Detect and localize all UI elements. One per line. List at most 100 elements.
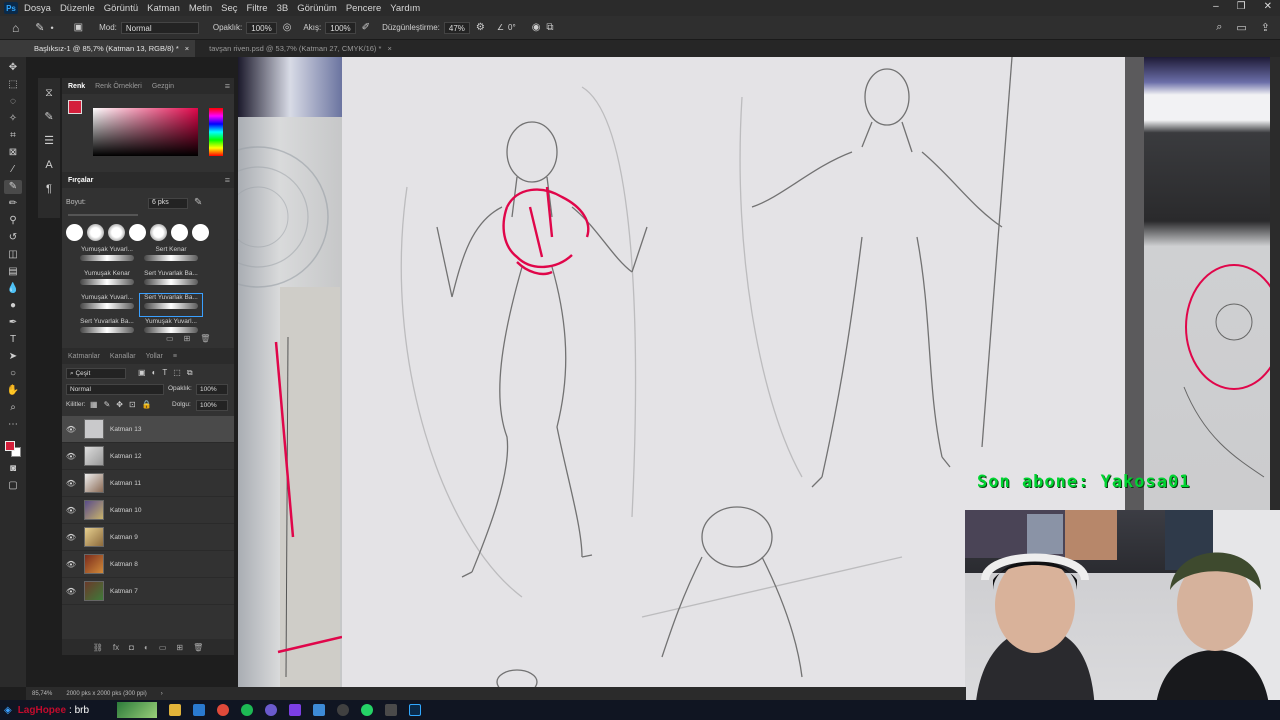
new-brush-icon[interactable]: ⊞	[184, 334, 191, 343]
layer-row[interactable]: 👁 Katman 7	[62, 578, 234, 605]
lock-artboard-icon[interactable]: ⊡	[129, 400, 136, 409]
home-icon[interactable]: ⌂	[12, 21, 19, 35]
smoothing-settings-icon[interactable]: ⚙	[476, 22, 485, 33]
layer-row[interactable]: 👁 Katman 10	[62, 497, 234, 524]
visibility-eye-icon[interactable]: 👁	[62, 506, 80, 515]
lock-all-icon[interactable]: 🔒	[142, 400, 152, 409]
photoshop-taskbar-icon[interactable]	[409, 704, 422, 716]
menu-duzenle[interactable]: Düzenle	[60, 3, 95, 14]
menu-metin[interactable]: Metin	[189, 3, 212, 14]
brush-preset-icon[interactable]: •	[50, 23, 53, 33]
character-panel-icon[interactable]: A	[40, 158, 58, 172]
file-explorer-icon[interactable]	[169, 704, 182, 716]
brush-tip[interactable]	[171, 224, 188, 241]
foreground-color-swatch[interactable]	[68, 100, 82, 114]
tab-close-icon[interactable]: ×	[387, 44, 391, 53]
brush-size-slider[interactable]	[68, 214, 138, 216]
path-select-tool-icon[interactable]: ➤	[4, 350, 22, 364]
tab-swatches[interactable]: Renk Örnekleri	[95, 83, 142, 90]
brush-preset[interactable]: Yumuşak Kenar	[76, 270, 138, 292]
eraser-tool-icon[interactable]: ◫	[4, 248, 22, 262]
menu-dosya[interactable]: Dosya	[24, 3, 51, 14]
adjustment-filter-icon[interactable]: ◐	[152, 368, 157, 378]
visibility-eye-icon[interactable]: 👁	[62, 452, 80, 461]
panel-menu-icon[interactable]: ≡	[225, 81, 230, 91]
hue-slider[interactable]	[209, 108, 223, 156]
airbrush-icon[interactable]: ✐	[362, 22, 370, 33]
lock-position-icon[interactable]: ✥	[116, 400, 123, 409]
maximize-icon[interactable]: ❐	[1237, 1, 1246, 12]
paragraph-panel-icon[interactable]: ¶	[40, 182, 58, 196]
lasso-tool-icon[interactable]: ◌	[4, 95, 22, 109]
tab-navigator[interactable]: Gezgin	[152, 83, 174, 90]
group-icon[interactable]: ▭	[159, 643, 167, 652]
move-tool-icon[interactable]: ✥	[4, 61, 22, 75]
pressure-size-icon[interactable]: ◉	[532, 22, 541, 33]
brush-edit-icon[interactable]: ✎	[194, 197, 202, 208]
menu-filtre[interactable]: Filtre	[246, 3, 267, 14]
frame-tool-icon[interactable]: ⊠	[4, 146, 22, 160]
brush-preset[interactable]: Sert Yuvarlak Ba...	[76, 318, 138, 340]
history-panel-icon[interactable]: ⧖	[40, 86, 58, 100]
visibility-eye-icon[interactable]: 👁	[62, 587, 80, 596]
search-icon[interactable]: ⌕	[1216, 21, 1222, 34]
flow-field[interactable]: 100%	[325, 21, 356, 34]
blur-tool-icon[interactable]: 💧	[4, 282, 22, 296]
tab-layers[interactable]: Katmanlar	[68, 353, 100, 360]
menu-pencere[interactable]: Pencere	[346, 3, 381, 14]
brush-tip[interactable]	[87, 224, 104, 241]
brush-tip[interactable]	[129, 224, 146, 241]
crop-tool-icon[interactable]: ⌗	[4, 129, 22, 143]
brush-preset[interactable]: Yumuşak Yuvarl...	[76, 294, 138, 316]
pencil-tool-icon[interactable]: ✏	[4, 197, 22, 211]
adjustment-layer-icon[interactable]: ◐	[144, 643, 149, 652]
workspace-icon[interactable]: ▭	[1236, 21, 1246, 34]
panel-menu-icon[interactable]: ≡	[173, 353, 177, 360]
menu-katman[interactable]: Katman	[147, 3, 180, 14]
lock-pixels-icon[interactable]: ▦	[90, 400, 98, 409]
twitch-icon[interactable]	[289, 704, 302, 716]
layer-row[interactable]: 👁 Katman 8	[62, 551, 234, 578]
type-filter-icon[interactable]: T	[162, 368, 167, 378]
panel-menu-icon[interactable]: ≡	[225, 175, 230, 185]
link-layers-icon[interactable]: ⛓	[93, 643, 103, 652]
image-filter-icon[interactable]: ▣	[138, 368, 146, 378]
brush-preset-selected[interactable]: Sert Yuvarlak Ba...	[139, 293, 203, 317]
tab-paths[interactable]: Yollar	[146, 353, 163, 360]
adjustments-panel-icon[interactable]: ☰	[40, 134, 58, 148]
more-tools-icon[interactable]: ⋯	[4, 418, 22, 432]
blend-mode-select[interactable]: Normal	[66, 384, 164, 395]
marquee-tool-icon[interactable]: ⬚	[4, 78, 22, 92]
layer-row[interactable]: 👁 Katman 9	[62, 524, 234, 551]
angle-field[interactable]: 0°	[508, 23, 516, 32]
app-icon[interactable]	[193, 704, 206, 716]
minimize-icon[interactable]: –	[1213, 1, 1219, 12]
status-arrow-icon[interactable]: ›	[161, 691, 163, 697]
fill-field[interactable]: 100%	[196, 400, 228, 411]
layer-row[interactable]: 👁 Katman 12	[62, 443, 234, 470]
quick-select-tool-icon[interactable]: ✧	[4, 112, 22, 126]
history-brush-tool-icon[interactable]: ↺	[4, 231, 22, 245]
visibility-eye-icon[interactable]: 👁	[62, 479, 80, 488]
menu-3b[interactable]: 3B	[277, 3, 289, 14]
chrome-icon[interactable]	[217, 704, 230, 716]
layer-row[interactable]: 👁 Katman 11	[62, 470, 234, 497]
layer-opacity-field[interactable]: 100%	[196, 384, 228, 395]
shape-tool-icon[interactable]: ○	[4, 367, 22, 381]
pen-tool-icon[interactable]: ✒	[4, 316, 22, 330]
brush-preset[interactable]: Sert Yuvarlak Ba...	[140, 270, 202, 292]
hand-tool-icon[interactable]: ✋	[4, 384, 22, 398]
tab-channels[interactable]: Kanallar	[110, 353, 136, 360]
layer-style-icon[interactable]: fx	[113, 643, 119, 652]
layer-row[interactable]: 👁 Katman 13	[62, 416, 234, 443]
foreground-color-swatch[interactable]	[5, 441, 15, 451]
menu-sec[interactable]: Seç	[221, 3, 237, 14]
type-tool-icon[interactable]: T	[4, 333, 22, 347]
color-picker-field[interactable]	[93, 108, 198, 156]
dodge-tool-icon[interactable]: ●	[4, 299, 22, 313]
smoothing-field[interactable]: 47%	[443, 21, 470, 34]
brush-tip[interactable]	[66, 224, 83, 241]
spotify-icon[interactable]	[241, 704, 254, 716]
clone-stamp-tool-icon[interactable]: ⚲	[4, 214, 22, 228]
brush-preset[interactable]: Yumuşak Yuvarl...	[76, 246, 138, 268]
